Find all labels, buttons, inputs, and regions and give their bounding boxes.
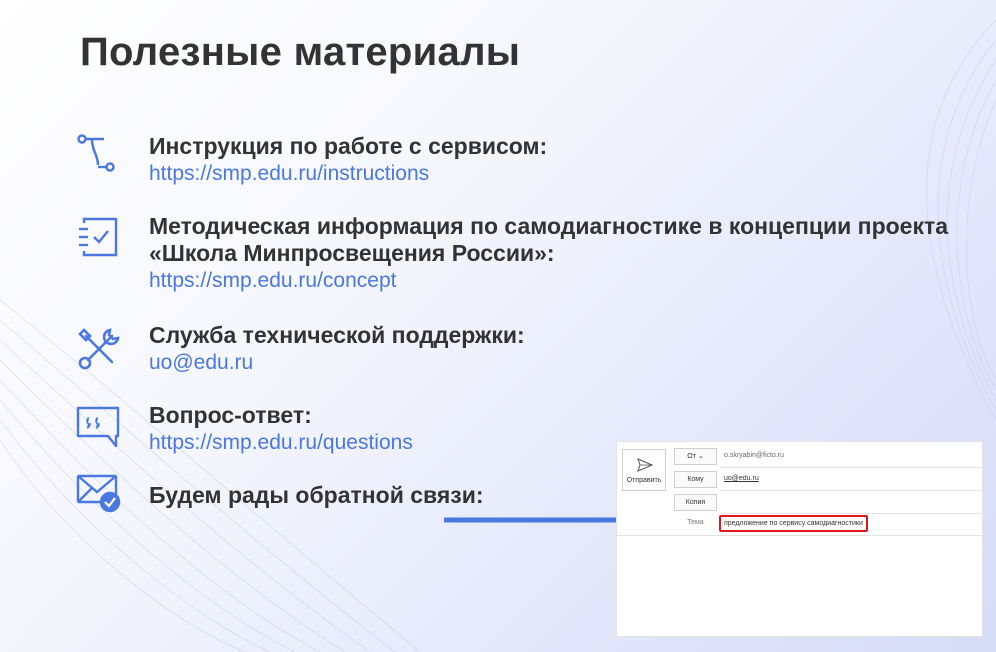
send-label: Отправить bbox=[626, 477, 662, 484]
email-compose-window: Отправить От ⌄ o.skryabin@ficto.ru Кому … bbox=[616, 441, 983, 637]
subject-label: Тема bbox=[687, 519, 704, 526]
divider bbox=[720, 467, 982, 468]
mail-check-icon bbox=[76, 472, 122, 518]
divider bbox=[720, 490, 982, 491]
item-heading: Служба технической поддержки: bbox=[149, 322, 525, 348]
quote-bubble-icon bbox=[76, 404, 122, 450]
from-label: От bbox=[687, 453, 696, 460]
chevron-down-icon: ⌄ bbox=[697, 453, 704, 460]
tools-icon bbox=[76, 326, 122, 372]
from-button[interactable]: От ⌄ bbox=[674, 448, 717, 465]
item-heading: Инструкция по работе с сервисом: bbox=[149, 133, 548, 159]
route-icon bbox=[76, 133, 122, 179]
to-field[interactable]: uo@edu.ru bbox=[724, 475, 759, 482]
cc-label: Копия bbox=[685, 499, 706, 506]
send-icon bbox=[637, 458, 653, 472]
to-label: Кому bbox=[687, 476, 704, 483]
instructions-link[interactable]: https://smp.edu.ru/instructions bbox=[149, 160, 989, 187]
slide: Полезные материалы Инструкция по работе … bbox=[0, 0, 996, 652]
send-button[interactable]: Отправить bbox=[622, 449, 666, 491]
item-heading: Методическая информация по самодиагности… bbox=[149, 213, 949, 266]
divider bbox=[617, 535, 982, 536]
page-title: Полезные материалы bbox=[80, 30, 521, 74]
to-button[interactable]: Кому bbox=[674, 471, 717, 488]
support-email-link[interactable]: uo@edu.ru bbox=[149, 349, 989, 376]
checklist-icon bbox=[76, 217, 122, 263]
cc-button[interactable]: Копия bbox=[674, 494, 717, 511]
subject-field[interactable]: предложение по сервису самодиагностики bbox=[719, 515, 868, 532]
item-heading: Вопрос-ответ: bbox=[149, 402, 312, 428]
from-value: o.skryabin@ficto.ru bbox=[724, 452, 785, 459]
divider bbox=[720, 513, 982, 514]
concept-link[interactable]: https://smp.edu.ru/concept bbox=[149, 267, 989, 294]
